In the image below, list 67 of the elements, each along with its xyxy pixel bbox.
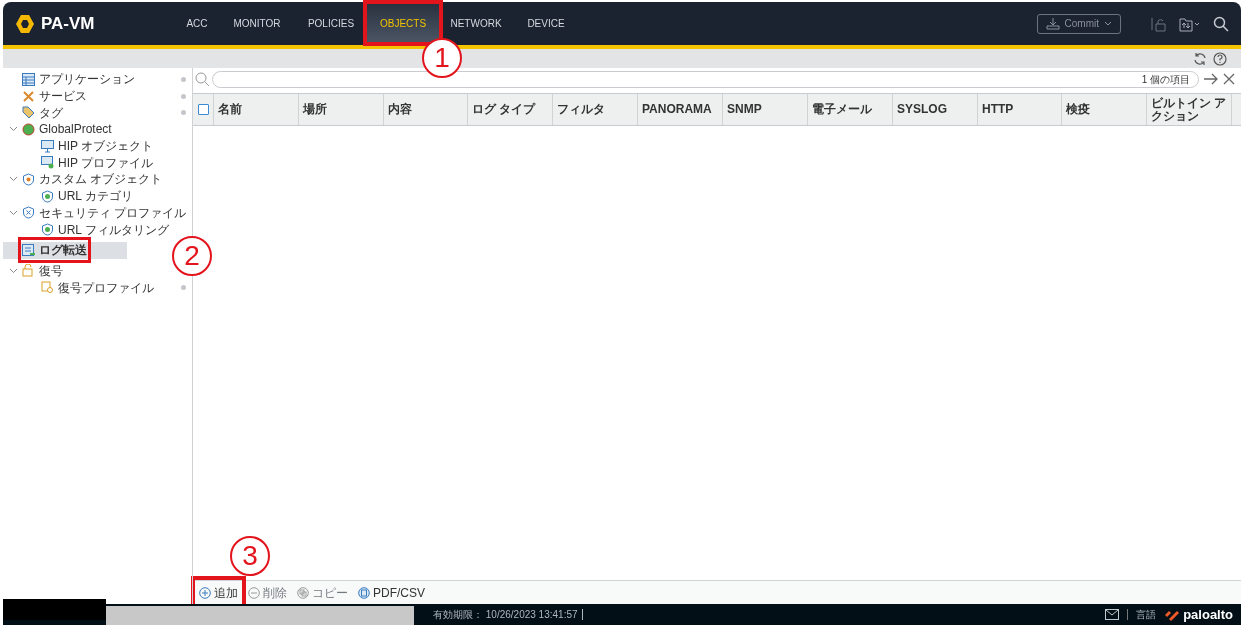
column-header[interactable]: 場所 bbox=[299, 94, 384, 125]
minus-icon bbox=[248, 586, 260, 599]
monitor-icon bbox=[41, 156, 54, 170]
sidebar-item[interactable]: URL カテゴリ bbox=[3, 187, 135, 205]
sidebar-item[interactable]: HIP オブジェクト bbox=[3, 137, 156, 155]
nav-tab[interactable]: POLICIES bbox=[295, 2, 367, 45]
toolbar-button[interactable]: 追加 bbox=[199, 583, 238, 602]
sidebar-item[interactable]: URL フィルタリング bbox=[3, 221, 171, 238]
column-header[interactable]: ログ タイプ bbox=[468, 94, 553, 125]
expiry-text: 有効期限： 10/26/2023 13:41:57 bbox=[433, 608, 578, 622]
column-header[interactable]: PANORAMA bbox=[638, 94, 723, 125]
logo-text: PA-VM bbox=[41, 12, 95, 35]
column-header[interactable]: SNMP bbox=[723, 94, 808, 125]
add-icon bbox=[199, 586, 211, 599]
nav-tab[interactable]: DEVICE bbox=[513, 2, 579, 45]
column-header[interactable]: 検疫 bbox=[1062, 94, 1147, 125]
shield-icon bbox=[22, 206, 35, 220]
sidebar-item[interactable]: アプリケーション bbox=[3, 71, 192, 88]
globe-icon bbox=[22, 122, 35, 136]
step-number: 3 bbox=[230, 536, 270, 576]
download-icon bbox=[1045, 17, 1060, 30]
lock-icon[interactable] bbox=[1151, 15, 1167, 32]
language-link[interactable]: 言語 bbox=[1136, 607, 1157, 622]
table-icon bbox=[22, 243, 35, 257]
shield-icon bbox=[41, 189, 54, 203]
sidebar-item[interactable]: 復号 bbox=[3, 262, 65, 280]
shield-icon bbox=[22, 172, 35, 186]
sidebar-item[interactable]: タグ bbox=[3, 104, 192, 122]
logo-icon bbox=[15, 13, 35, 34]
sidebar-item[interactable]: 復号プロファイル bbox=[3, 279, 192, 296]
nav-tab[interactable]: MONITOR bbox=[219, 2, 295, 45]
search-icon bbox=[195, 71, 210, 87]
mail-icon[interactable] bbox=[1105, 609, 1120, 620]
help-icon[interactable] bbox=[1213, 51, 1227, 66]
search-icon[interactable] bbox=[1213, 15, 1229, 32]
brand-icon bbox=[1164, 608, 1181, 621]
refresh-icon[interactable] bbox=[1193, 51, 1207, 66]
brand-text: paloalto bbox=[1183, 605, 1233, 624]
step-number: 2 bbox=[172, 236, 212, 276]
sidebar-item[interactable]: GlobalProtect bbox=[3, 121, 114, 138]
arrow-icon[interactable] bbox=[1203, 73, 1219, 85]
column-header[interactable]: 名前 bbox=[214, 94, 299, 125]
toolbar-button[interactable]: PDF/CSV bbox=[358, 583, 425, 602]
commit-button[interactable]: Commit bbox=[1036, 13, 1121, 34]
close-icon[interactable] bbox=[1223, 73, 1235, 85]
column-header[interactable]: ビルトイン アクション bbox=[1147, 94, 1232, 125]
search-field[interactable]: 1 個の項目 bbox=[212, 70, 1199, 88]
nav-tab[interactable]: ACC bbox=[175, 2, 219, 45]
config-icon[interactable] bbox=[1179, 15, 1201, 32]
table-icon bbox=[22, 72, 35, 86]
monitor-icon bbox=[41, 139, 54, 153]
column-header[interactable]: SYSLOG bbox=[893, 94, 978, 125]
copy-icon bbox=[297, 586, 309, 599]
column-header[interactable]: フィルタ bbox=[553, 94, 638, 125]
sidebar-item[interactable]: サービス bbox=[3, 87, 192, 105]
sidebar-item[interactable]: カスタム オブジェクト bbox=[3, 171, 165, 188]
tag-icon bbox=[22, 106, 35, 120]
column-header[interactable]: HTTP bbox=[978, 94, 1062, 125]
document-icon bbox=[358, 586, 370, 599]
sidebar-item[interactable]: セキュリティ プロファイル bbox=[3, 204, 189, 222]
shield-icon bbox=[41, 223, 54, 237]
column-header[interactable]: 電子メール bbox=[808, 94, 893, 125]
column-header[interactable]: 内容 bbox=[384, 94, 468, 125]
sidebar-item[interactable]: HIP プロファイル bbox=[3, 154, 156, 172]
checkbox[interactable] bbox=[197, 104, 209, 115]
caret-icon bbox=[1104, 20, 1112, 27]
lock-icon bbox=[22, 264, 35, 278]
